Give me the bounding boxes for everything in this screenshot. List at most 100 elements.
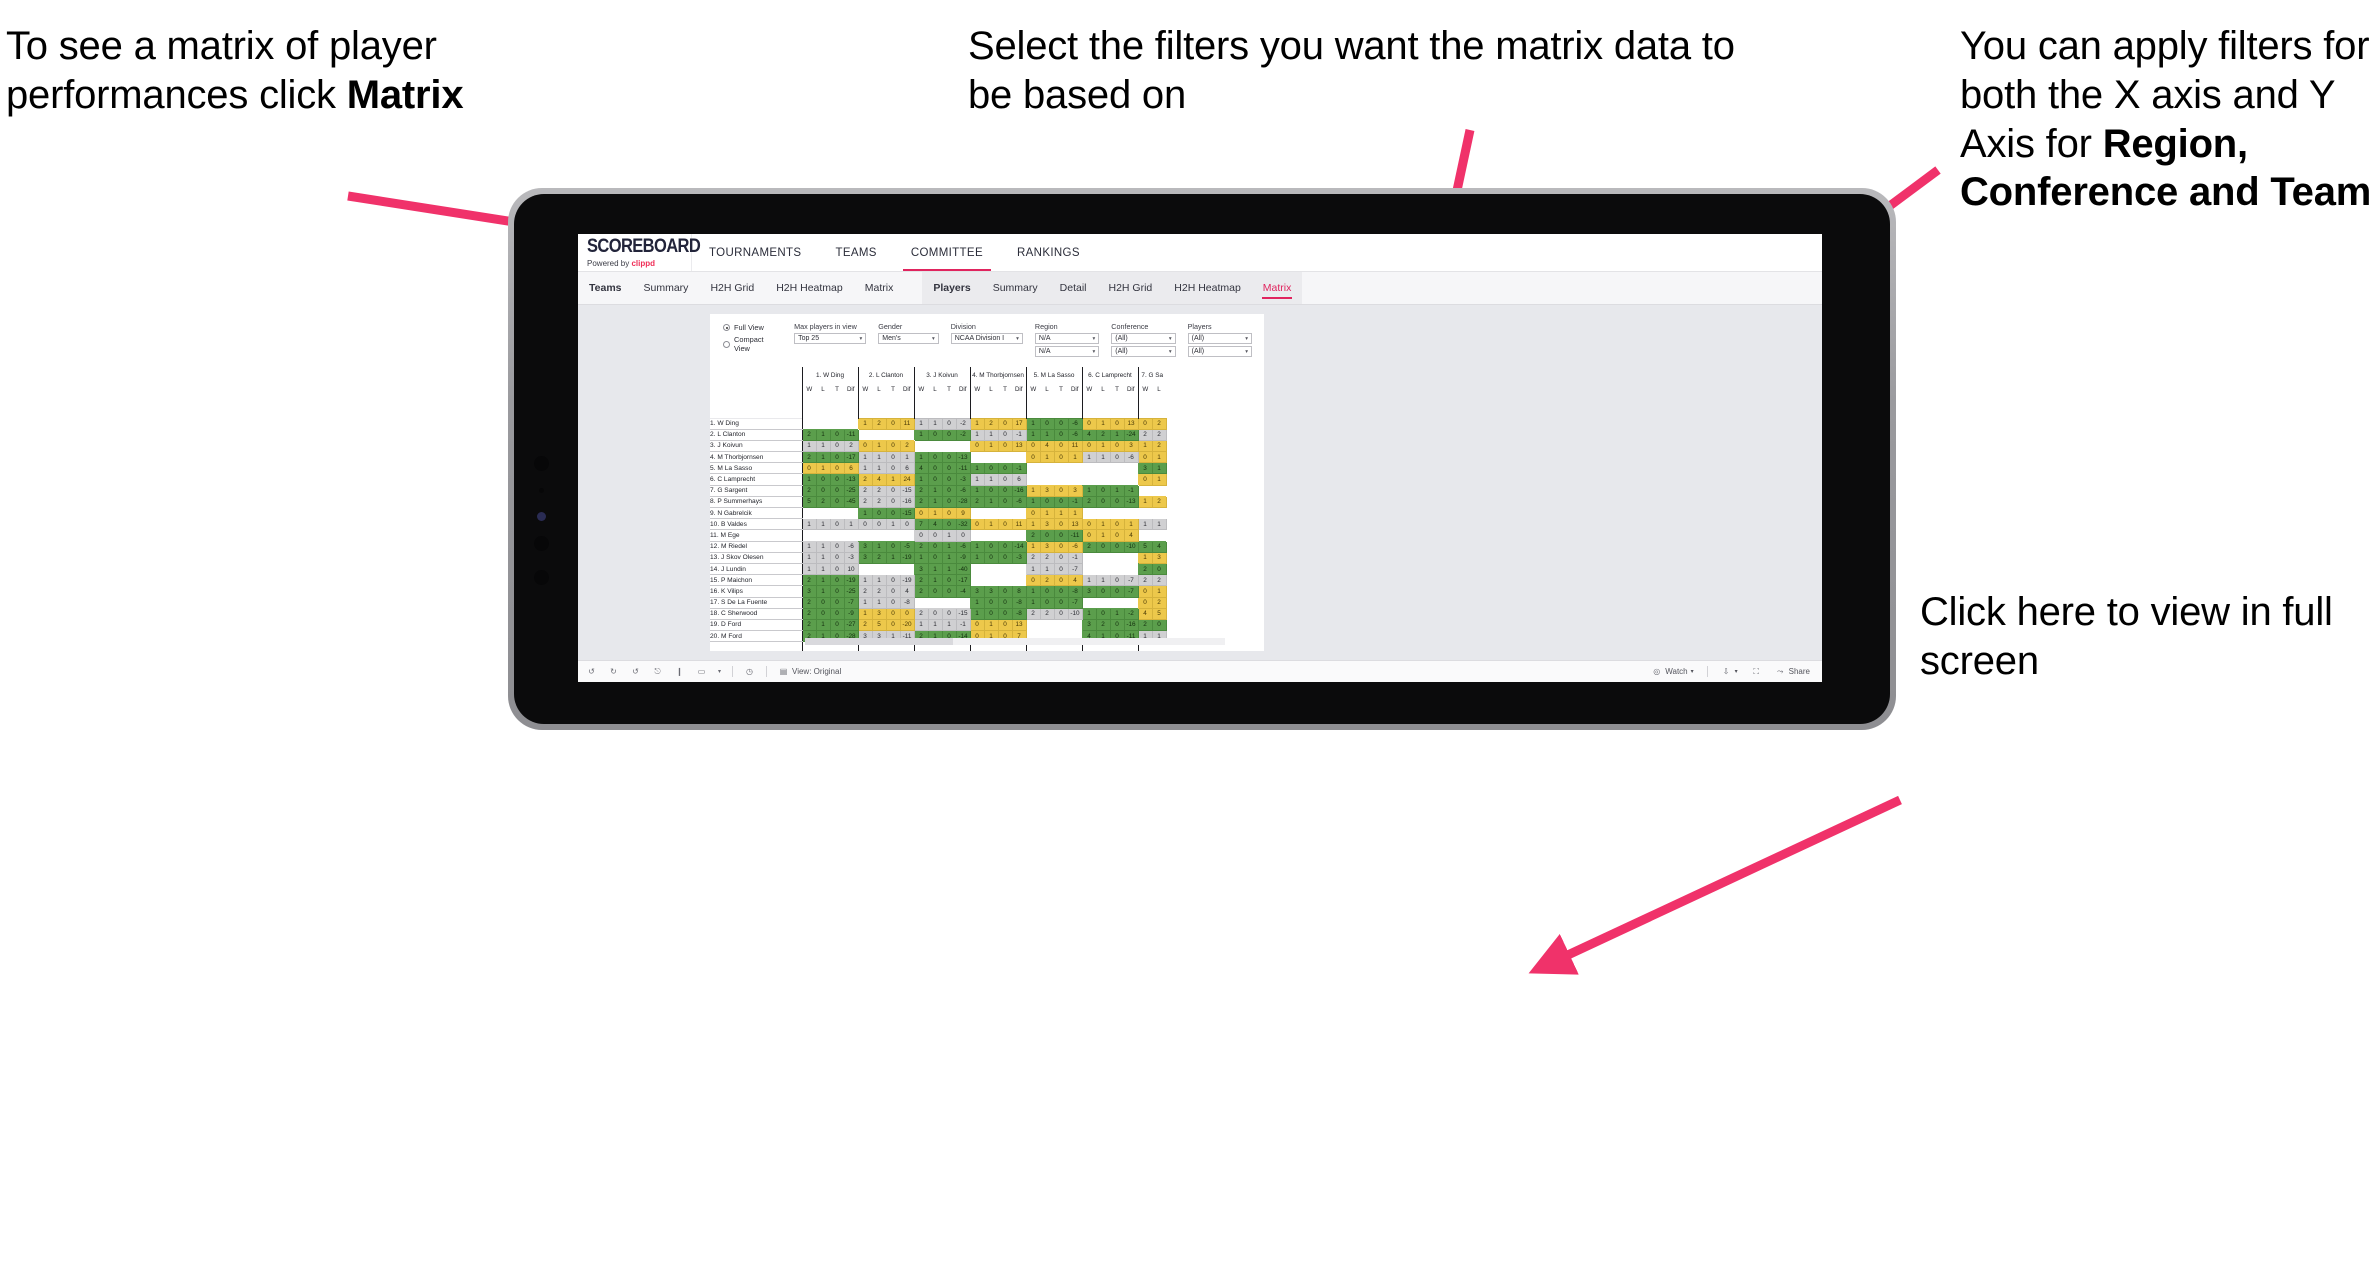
matrix-cell[interactable]: 1 [1095, 439, 1111, 453]
table-row[interactable]: 8. P Summerhays 5 2 0 -45 2 2 0 -16 2 1 0 -28 2 1 0 -6 1 0… [710, 495, 1167, 509]
matrix-cell[interactable]: 2 [913, 484, 929, 497]
matrix-cell[interactable]: 1 [1123, 518, 1139, 531]
chevron-down-icon[interactable]: ▾ [718, 668, 721, 675]
matrix-cell[interactable]: -15 [899, 506, 915, 520]
matrix-cell[interactable]: 1 [857, 451, 873, 464]
matrix-cell[interactable]: 5 [871, 618, 887, 632]
matrix-cell[interactable]: 2 [913, 574, 929, 587]
matrix-cell[interactable]: 13 [1011, 439, 1027, 453]
matrix-cell[interactable]: 1 [815, 462, 831, 475]
matrix-cell[interactable]: 2 [857, 618, 873, 632]
table-row[interactable]: 12. M Riedel 1 1 0 -6 3 1 0 -5 2 0 1 -6 1 0 0 -14 1 3 0 -6 2 0… [710, 540, 1167, 553]
matrix-cell[interactable]: 0 [927, 428, 943, 441]
matrix-cell[interactable]: 0 [885, 495, 901, 509]
matrix-cell[interactable]: 13 [1011, 618, 1027, 632]
matrix-cell[interactable]: 1 [1095, 529, 1111, 542]
matrix-cell[interactable]: 6 [1011, 473, 1027, 486]
matrix-cell[interactable]: 0 [885, 506, 901, 520]
table-row[interactable]: 16. K Vilips 3 1 0 -25 2 2 0 4 2 0 0 -4 3 3 0 8 1 0 0 -8 3 0 0-… [710, 585, 1167, 598]
matrix-cell[interactable]: 0 [885, 585, 901, 598]
matrix-cell[interactable]: 0 [997, 540, 1013, 553]
matrix-cell[interactable]: 0 [1109, 618, 1125, 632]
matrix-cell[interactable]: 1 [857, 607, 873, 620]
matrix-cell[interactable]: 1 [1137, 439, 1153, 453]
matrix-cell[interactable]: 1 [1025, 428, 1041, 441]
matrix-cell[interactable]: 0 [885, 596, 901, 609]
matrix-cell[interactable]: 1 [913, 417, 929, 430]
matrix-cell[interactable]: -8 [1011, 607, 1027, 620]
filter-conference-select-y[interactable]: (All) ▾ [1111, 346, 1176, 357]
matrix-cell[interactable]: 10 [843, 562, 859, 576]
table-row[interactable]: 15. P Maichon 2 1 0 -19 1 1 0 -19 2 1 0 -17 0 2 0 4 1 1 0 -7… [710, 574, 1167, 587]
matrix-cell[interactable]: -6 [955, 484, 971, 497]
matrix-cell[interactable]: -16 [1123, 618, 1139, 632]
matrix-cell[interactable]: 1 [969, 473, 985, 486]
matrix-cell[interactable]: 4 [899, 585, 915, 598]
matrix-cell[interactable]: 1 [885, 473, 901, 486]
matrix-cell[interactable]: 4 [1123, 529, 1139, 542]
matrix-cell[interactable]: 17 [1011, 417, 1027, 430]
matrix-cell[interactable]: 1 [941, 529, 957, 542]
matrix-cell[interactable]: 1 [801, 518, 817, 531]
matrix-cell[interactable]: 0 [1039, 495, 1055, 509]
top-nav-rankings[interactable]: RANKINGS [1000, 234, 1097, 271]
matrix-cell[interactable]: 2 [1137, 428, 1153, 441]
matrix-cell[interactable]: 1 [1151, 473, 1167, 486]
matrix-cell[interactable]: 0 [1053, 585, 1069, 598]
filter-division-select[interactable]: NCAA Division I ▾ [950, 333, 1023, 344]
matrix-cell[interactable]: 1 [885, 518, 901, 531]
matrix-cell[interactable]: -19 [899, 551, 915, 564]
matrix-cell[interactable]: -7 [843, 596, 859, 609]
matrix-cell[interactable]: 0 [927, 585, 943, 598]
matrix-cell[interactable]: 0 [1151, 562, 1167, 576]
matrix-cell[interactable]: 0 [871, 506, 887, 520]
matrix-cell[interactable]: -1 [1067, 495, 1083, 509]
matrix-cell[interactable]: 1 [885, 551, 901, 564]
matrix-cell[interactable]: 2 [801, 607, 817, 620]
filter-region-select-x[interactable]: N/A ▾ [1034, 333, 1100, 344]
subnav-teams[interactable]: Teams [578, 272, 633, 304]
matrix-cell[interactable]: 2 [899, 439, 915, 453]
filter-players-select-y[interactable]: (All) ▾ [1187, 346, 1253, 357]
matrix-cell[interactable]: 0 [801, 462, 817, 475]
matrix-cell[interactable]: 1 [941, 618, 957, 632]
matrix-cell[interactable]: 2 [1081, 495, 1097, 509]
matrix-cell[interactable]: -11 [1067, 529, 1083, 542]
table-row[interactable]: 19. D Ford 2 1 0 -27 2 5 0 -20 1 1 1 -1 0 1 0 13 3 2 0 -16 2 0 [710, 618, 1167, 632]
matrix-cell[interactable]: -2 [955, 417, 971, 430]
matrix-cell[interactable]: 4 [1039, 439, 1055, 453]
matrix-cell[interactable]: 1 [1151, 451, 1167, 464]
matrix-cell[interactable]: 1 [1025, 596, 1041, 609]
matrix-cell[interactable]: 2 [801, 428, 817, 441]
matrix-cell[interactable]: 2 [857, 585, 873, 598]
matrix-cell[interactable]: 0 [997, 428, 1013, 441]
filter-region-select-y[interactable]: N/A ▾ [1034, 346, 1100, 357]
matrix-cell[interactable]: 0 [1039, 529, 1055, 542]
matrix-cell[interactable]: 0 [829, 484, 845, 497]
matrix-cell[interactable]: 5 [1151, 607, 1167, 620]
matrix-cell[interactable]: -25 [843, 585, 859, 598]
matrix-cell[interactable]: 3 [857, 540, 873, 553]
matrix-cell[interactable]: 0 [997, 585, 1013, 598]
matrix-cell[interactable]: 1 [843, 518, 859, 531]
matrix-cell[interactable]: 0 [1137, 585, 1153, 598]
matrix-cell[interactable]: 0 [927, 473, 943, 486]
matrix-cell[interactable]: 1 [1109, 607, 1125, 620]
matrix-cell[interactable]: 2 [857, 473, 873, 486]
matrix-cell[interactable]: 0 [829, 428, 845, 441]
matrix-cell[interactable]: 0 [1095, 495, 1111, 509]
matrix-cell[interactable]: 2 [913, 585, 929, 598]
share-button[interactable]: ⤳ Share [1775, 666, 1810, 677]
matrix-cell[interactable]: -7 [1067, 596, 1083, 609]
matrix-cell[interactable]: 1 [1137, 518, 1153, 531]
matrix-cell[interactable]: 0 [815, 607, 831, 620]
matrix-cell[interactable]: 1 [801, 473, 817, 486]
matrix-cell[interactable]: 2 [1137, 562, 1153, 576]
matrix-cell[interactable]: -4 [955, 585, 971, 598]
matrix-cell[interactable]: 1 [857, 417, 873, 430]
matrix-cell[interactable]: 1 [913, 551, 929, 564]
matrix-cell[interactable]: 0 [1053, 428, 1069, 441]
matrix-cell[interactable]: -6 [1067, 540, 1083, 553]
matrix-cell[interactable]: -17 [843, 451, 859, 464]
matrix-cell[interactable]: 7 [913, 518, 929, 531]
